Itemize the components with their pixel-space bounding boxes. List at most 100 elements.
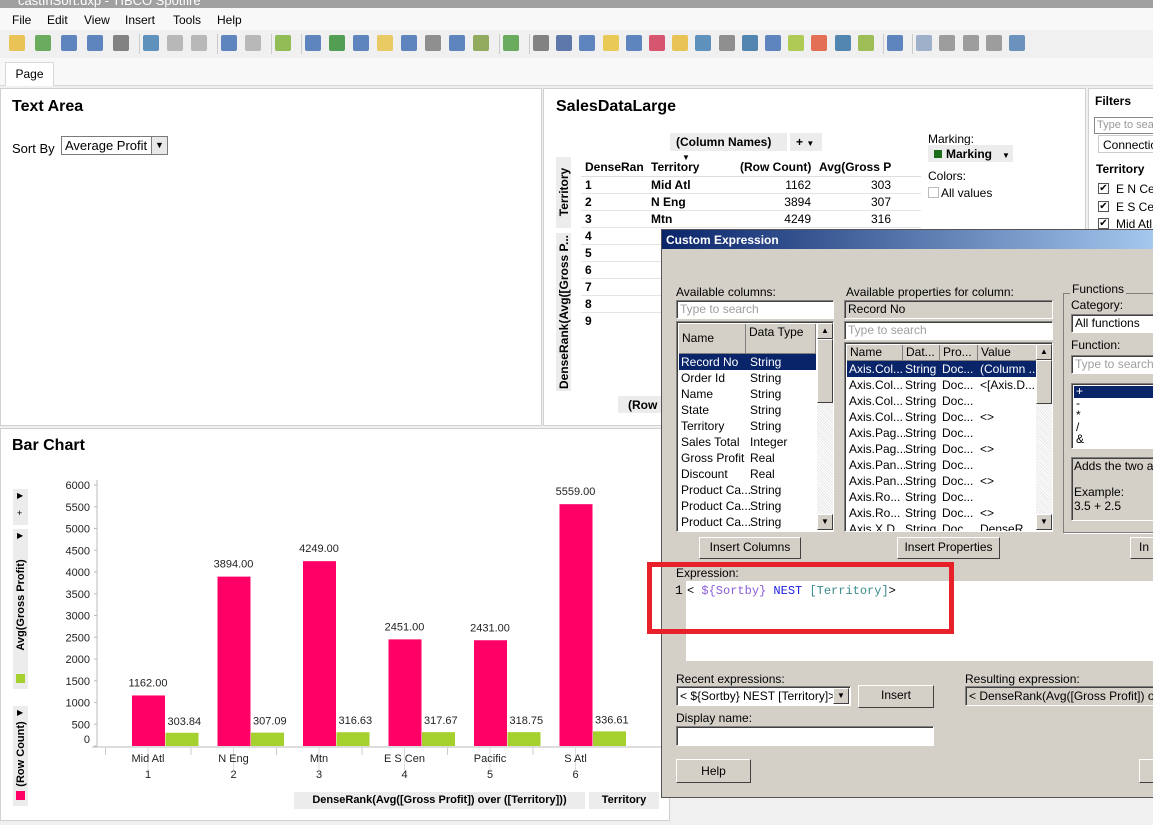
function-list-item[interactable]: & [1074, 433, 1153, 446]
treemap-icon[interactable] [765, 35, 781, 51]
line-similarity-icon[interactable] [473, 35, 489, 51]
settings-gear-icon[interactable] [916, 35, 933, 51]
bar-chart-icon[interactable] [602, 35, 619, 51]
tags-icon[interactable] [377, 35, 393, 51]
column-list-item[interactable]: Record No String [679, 354, 816, 370]
bookmark-icon[interactable] [401, 35, 417, 51]
layout-rows-icon[interactable] [985, 35, 1002, 51]
layout-grid-icon[interactable] [939, 35, 956, 51]
properties-scrollbar[interactable]: ▲ ▼ [1036, 344, 1052, 530]
property-list-item[interactable]: Axis.Pag... String Doc... <> [847, 441, 1037, 457]
reset-icon[interactable] [275, 35, 291, 51]
column-list-item[interactable]: Product Ca... String [679, 482, 816, 498]
scroll-thumb[interactable] [1036, 360, 1052, 404]
bar-avg-gross-profit[interactable] [251, 732, 284, 746]
tab-page[interactable]: Page [5, 62, 54, 86]
property-list-item[interactable]: Axis.Ro... String Doc... <> [847, 505, 1037, 521]
line-chart-icon[interactable] [625, 35, 642, 51]
col-header-type[interactable]: Data Type [746, 324, 816, 354]
table-header[interactable]: Territory [651, 160, 732, 174]
row-count-axis-selector[interactable]: (Row C [618, 396, 662, 413]
paste-icon[interactable] [191, 35, 207, 51]
menu-view[interactable]: View [84, 13, 110, 27]
marking-dropdown[interactable]: Marking ▼ [928, 145, 1013, 162]
property-list-item[interactable]: Axis.Pag... String Doc... [847, 425, 1037, 441]
filters-connection-selector[interactable]: Connection [1098, 135, 1153, 153]
add-column-button[interactable]: + ▼ [790, 133, 822, 151]
property-header[interactable]: Dat... [903, 345, 940, 361]
column-list-item[interactable]: Name String [679, 386, 816, 402]
axis-denserank-selector[interactable]: DenseRank(Avg([Gross P... [556, 233, 571, 391]
property-header[interactable]: Value [978, 345, 1037, 361]
bar-row-count[interactable] [474, 640, 507, 746]
columns-search-input[interactable]: Type to search [676, 300, 834, 319]
3d-scatter-icon[interactable] [718, 35, 735, 51]
details-on-demand-icon[interactable] [329, 35, 345, 51]
function-list[interactable]: + - * / & [1071, 383, 1153, 449]
recent-expressions-dropdown[interactable]: < ${Sortby} NEST [Territory]> ▼ [676, 686, 851, 706]
layout-columns-icon[interactable] [962, 35, 979, 51]
bar-avg-gross-profit[interactable] [336, 732, 370, 746]
table-header[interactable]: DenseRank... [585, 160, 643, 174]
x-axis-selector[interactable]: DenseRank(Avg([Gross Profit]) over ([Ter… [294, 792, 585, 809]
maximize-icon[interactable] [1009, 35, 1025, 51]
chevron-down-icon[interactable]: ▼ [151, 137, 167, 154]
menu-help[interactable]: Help [217, 13, 242, 27]
bar-row-count[interactable] [303, 561, 336, 746]
insert-columns-button[interactable]: Insert Columns [699, 537, 801, 559]
col-header-name[interactable]: Name [679, 324, 746, 354]
bar-avg-gross-profit[interactable] [593, 731, 626, 746]
add-data-table-icon[interactable] [35, 35, 51, 51]
undo-icon[interactable] [221, 35, 237, 51]
function-list-item[interactable]: / [1074, 421, 1153, 434]
function-list-item[interactable]: * [1074, 409, 1153, 422]
column-list-item[interactable]: Territory String [679, 418, 816, 434]
scroll-up-icon[interactable]: ▲ [817, 323, 833, 339]
axis-territory-selector[interactable]: Territory [556, 157, 571, 228]
collaboration-icon[interactable] [425, 35, 441, 51]
sort-by-dropdown[interactable]: Average Profit ▼ [61, 136, 168, 155]
parallel-coordinates-icon[interactable] [811, 35, 828, 51]
column-list-item[interactable]: Gross Profit Real [679, 450, 816, 466]
properties-search-input[interactable]: Type to search [844, 321, 1053, 340]
ok-button[interactable] [1139, 759, 1153, 783]
bar-avg-gross-profit[interactable] [507, 732, 541, 746]
bar-row-count[interactable] [559, 504, 593, 746]
column-list-item[interactable]: Product Ca... String [679, 498, 816, 514]
bar-avg-gross-profit[interactable] [422, 732, 455, 746]
property-header[interactable]: Name [847, 345, 903, 361]
copy-icon[interactable] [167, 35, 183, 51]
table-icon[interactable] [533, 35, 549, 51]
display-name-input[interactable] [676, 726, 934, 746]
filter-checkbox[interactable]: ✔ [1098, 183, 1109, 194]
property-list-item[interactable]: Axis.Col... String Doc... <> [847, 409, 1037, 425]
table-header[interactable]: (Row Count) [740, 160, 811, 174]
function-search-input[interactable]: Type to search [1071, 355, 1153, 374]
all-values-checkbox[interactable] [928, 187, 939, 198]
x-axis-territory-selector[interactable]: Territory [589, 792, 659, 809]
property-list-item[interactable]: Axis.Col... String Doc... <[Axis.D... [847, 377, 1037, 393]
insert-recent-button[interactable]: Insert [858, 685, 934, 708]
scroll-thumb[interactable] [817, 339, 833, 403]
visualization-properties-icon[interactable] [353, 35, 369, 51]
property-list-item[interactable]: Axis.X.D... String Doc... DenseR... [847, 521, 1037, 531]
insert-properties-button[interactable]: Insert Properties [897, 537, 1000, 559]
property-list-item[interactable]: Axis.Ro... String Doc... [847, 489, 1037, 505]
box-plot-icon[interactable] [857, 35, 874, 51]
scroll-up-icon[interactable]: ▲ [1036, 344, 1052, 360]
column-list-item[interactable]: Order Id String [679, 370, 816, 386]
pie-chart-icon[interactable] [672, 35, 689, 51]
map-chart-icon[interactable] [741, 35, 758, 51]
column-list-item[interactable]: Sales Total Integer [679, 434, 816, 450]
open-folder-icon[interactable] [9, 35, 25, 51]
filter-checkbox[interactable]: ✔ [1098, 200, 1109, 212]
menu-tools[interactable]: Tools [173, 13, 201, 27]
bar-avg-gross-profit[interactable] [165, 732, 199, 746]
function-list-item[interactable]: - [1074, 397, 1153, 410]
filters-search-input[interactable]: Type to search [1094, 117, 1153, 134]
bar-row-count[interactable] [217, 576, 251, 746]
property-list-item[interactable]: Axis.Pan... String Doc... [847, 457, 1037, 473]
print-icon[interactable] [113, 35, 129, 51]
reload-icon[interactable] [61, 35, 77, 51]
table-header[interactable]: Avg(Gross P [819, 160, 891, 174]
